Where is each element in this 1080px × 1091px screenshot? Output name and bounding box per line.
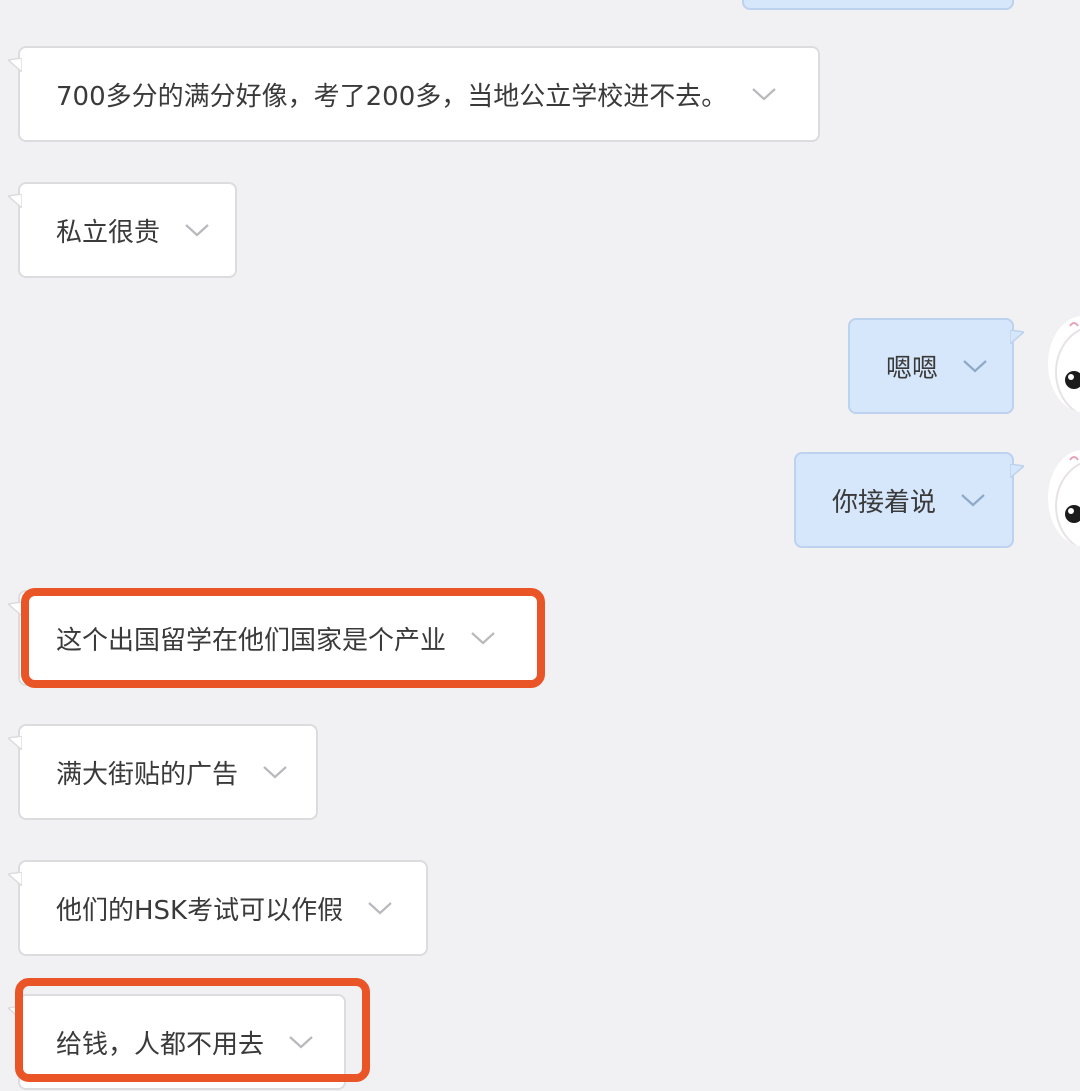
cartoon-avatar-icon [1055,456,1080,546]
chevron-down-icon[interactable] [751,86,777,102]
outgoing-message-bubble[interactable]: 你接着说 [794,452,1024,548]
message-text: 私立很贵 [56,217,161,248]
message-text: 他们的HSK考试可以作假 [56,895,344,926]
message-text: 你接着说 [832,487,937,518]
incoming-message-bubble[interactable]: 私立很贵 [8,182,237,278]
message-text: 嗯嗯 [886,353,939,384]
bubble-tail [8,1006,22,1020]
incoming-message-bubble[interactable]: 满大街贴的广告 [8,724,318,820]
bubble-tail [8,872,22,886]
incoming-message-bubble[interactable]: 他们的HSK考试可以作假 [8,860,428,956]
chevron-down-icon[interactable] [962,358,988,374]
chevron-down-icon[interactable] [184,222,210,238]
incoming-message-bubble[interactable]: 700多分的满分好像，考了200多，当地公立学校进不去。 [8,46,820,142]
message-text: 满大街贴的广告 [56,759,239,790]
chevron-down-icon[interactable] [470,630,496,646]
chevron-down-icon[interactable] [288,1034,314,1050]
chat-message-list[interactable]: 700多分的满分好像，考了200多，当地公立学校进不去。 私立很贵 嗯嗯 你接着… [0,0,1080,1091]
message-text: 给钱，人都不用去 [56,1029,265,1060]
chevron-down-icon[interactable] [960,492,986,508]
bubble-tail [1010,464,1024,478]
outgoing-message-bubble-partial [742,0,1014,10]
bubble-tail [1010,330,1024,344]
outgoing-message-bubble[interactable]: 嗯嗯 [848,318,1024,414]
bubble-tail [8,736,22,750]
chevron-down-icon[interactable] [262,764,288,780]
cartoon-avatar-icon [1055,322,1080,412]
chevron-down-icon[interactable] [367,900,393,916]
message-text: 700多分的满分好像，考了200多，当地公立学校进不去。 [56,81,728,112]
incoming-message-bubble[interactable]: 这个出国留学在他们国家是个产业 [8,590,540,686]
avatar[interactable] [1048,316,1080,412]
incoming-message-bubble[interactable]: 给钱，人都不用去 [8,994,346,1090]
avatar[interactable] [1048,450,1080,546]
message-text: 这个出国留学在他们国家是个产业 [56,625,447,656]
bubble-tail [8,58,22,72]
bubble-tail [8,602,22,616]
bubble-tail [8,194,22,208]
